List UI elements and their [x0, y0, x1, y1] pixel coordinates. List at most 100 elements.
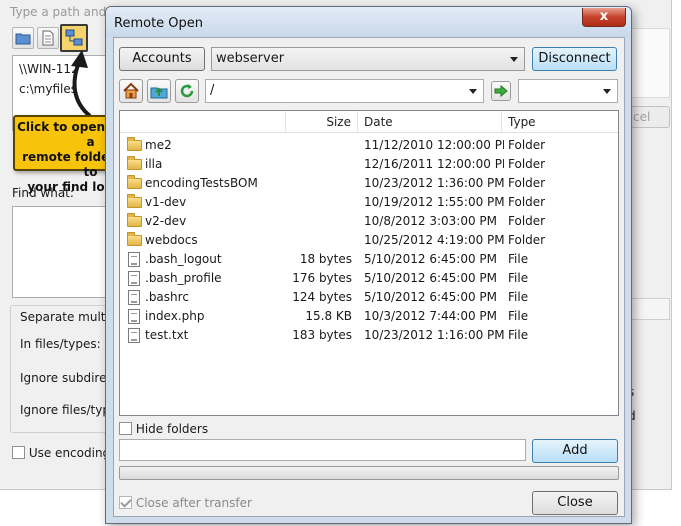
folder-icon	[127, 156, 142, 170]
file-row[interactable]: illa 12/16/2011 12:00:00 PM Folder	[120, 155, 618, 174]
file-name-cell: .bashrc	[145, 290, 189, 304]
refresh-button[interactable]	[175, 79, 199, 103]
file-row[interactable]: encodingTestsBOM 10/23/2012 1:36:00 PM Fol…	[120, 174, 618, 193]
file-date-cell: 11/12/2010 12:00:00 PM	[364, 138, 504, 152]
open-folder-button[interactable]	[12, 27, 34, 49]
folder-icon	[127, 175, 142, 189]
hide-folders-label: Hide folders	[135, 422, 209, 436]
file-row[interactable]: .bashrc 124 bytes 5/10/2012 6:45:00 PM File	[120, 288, 618, 307]
file-size-cell	[286, 231, 352, 250]
close-after-transfer-checkbox[interactable]	[119, 496, 132, 509]
folder-icon	[127, 194, 142, 208]
disconnect-button[interactable]: Disconnect	[532, 47, 617, 71]
file-type-cell: File	[508, 252, 529, 266]
file-type-cell: Folder	[508, 138, 546, 152]
file-row[interactable]: v2-dev 10/8/2012 3:03:00 PM Folder	[120, 212, 618, 231]
find-what-input[interactable]	[12, 206, 108, 298]
add-path-input[interactable]	[119, 439, 526, 461]
hide-folders-option[interactable]: Hide folders	[119, 422, 208, 436]
file-date-cell: 10/8/2012 3:03:00 PM	[364, 214, 498, 228]
file-size-cell: 18 bytes	[299, 252, 352, 266]
file-list-header: Size Date Type	[120, 111, 618, 133]
file-date-cell: 12/16/2011 12:00:00 PM	[364, 157, 504, 171]
file-row[interactable]: webdocs 10/25/2012 4:19:00 PM Folder	[120, 231, 618, 250]
column-header-name[interactable]	[120, 111, 286, 133]
open-file-button[interactable]	[37, 27, 59, 49]
chevron-down-icon	[510, 57, 518, 62]
file-type-cell: Folder	[508, 214, 546, 228]
file-name-cell: illa	[145, 157, 163, 171]
filter-select[interactable]	[518, 79, 618, 103]
remote-file-list[interactable]: Size Date Type me2 11/12/2010 12:00:00 PM…	[119, 110, 619, 416]
file-name-cell: .bash_logout	[145, 252, 222, 266]
ignore-files-label: Ignore files/type	[20, 403, 118, 417]
chevron-down-icon	[603, 89, 611, 94]
file-row[interactable]: v1-dev 10/19/2012 1:55:00 PM Folder	[120, 193, 618, 212]
file-row[interactable]: test.txt 183 bytes 10/23/2012 1:16:00 PM Fi…	[120, 326, 618, 345]
use-encoding-label: Use encoding	[28, 446, 111, 460]
ignore-subdirs-label: Ignore subdirect	[20, 371, 118, 385]
file-date-cell: 5/10/2012 6:45:00 PM	[364, 271, 498, 285]
dialog-titlebar[interactable]: Remote Open x	[106, 7, 631, 37]
close-button[interactable]: Close	[532, 491, 618, 515]
path-hint-text: Type a path and p	[10, 5, 118, 19]
column-header-type[interactable]: Type	[502, 111, 618, 133]
file-type-cell: Folder	[508, 157, 546, 171]
file-type-cell: Folder	[508, 195, 546, 209]
close-after-transfer-option[interactable]: Close after transfer	[119, 496, 252, 510]
file-size-cell	[286, 136, 352, 155]
file-row[interactable]: index.php 15.8 KB 10/3/2012 7:44:00 PM File	[120, 307, 618, 326]
hide-folders-checkbox[interactable]	[119, 422, 132, 435]
file-row[interactable]: .bash_logout 18 bytes 5/10/2012 6:45:00 PM…	[120, 250, 618, 269]
go-button[interactable]	[491, 81, 511, 101]
options-panel	[628, 28, 670, 98]
file-date-cell: 5/10/2012 6:45:00 PM	[364, 290, 498, 304]
add-button[interactable]: Add	[532, 439, 618, 463]
file-type-cell: File	[508, 271, 529, 285]
accounts-button[interactable]: Accounts	[119, 47, 205, 71]
file-type-cell: File	[508, 309, 529, 323]
folder-icon	[15, 33, 31, 45]
parent-folder-button[interactable]	[147, 79, 171, 103]
server-select[interactable]: webserver	[211, 47, 525, 71]
close-icon: x	[599, 9, 609, 24]
options-select[interactable]	[628, 298, 670, 320]
use-encoding-option[interactable]: Use encoding	[12, 446, 110, 460]
file-size-cell	[286, 155, 352, 174]
file-name-cell: me2	[145, 138, 172, 152]
file-name-cell: encodingTestsBOM	[145, 176, 258, 190]
file-name-cell: .bash_profile	[145, 271, 222, 285]
file-name-cell: webdocs	[145, 233, 198, 247]
cancel-button[interactable]: cel	[626, 106, 670, 128]
folder-icon	[127, 137, 142, 151]
file-name-cell: v1-dev	[145, 195, 187, 209]
path-select[interactable]: /	[205, 79, 484, 103]
chevron-down-icon	[469, 89, 477, 94]
file-size-cell	[286, 212, 352, 231]
dialog-content: Accounts webserver Disconnect / Size Dat…	[113, 37, 625, 517]
home-icon	[123, 82, 139, 99]
column-header-size[interactable]: Size	[286, 111, 358, 133]
folder-up-icon	[150, 87, 168, 99]
column-header-date[interactable]: Date	[358, 111, 502, 133]
file-row[interactable]: me2 11/12/2010 12:00:00 PM Folder	[120, 136, 618, 155]
file-name-cell: index.php	[145, 309, 205, 323]
callout-arrow-icon	[71, 50, 92, 118]
file-size-cell	[286, 193, 352, 212]
home-button[interactable]	[119, 79, 143, 103]
folder-icon	[127, 232, 142, 246]
window-close-button[interactable]: x	[582, 8, 626, 27]
file-date-cell: 10/19/2012 1:55:00 PM	[364, 195, 504, 209]
file-row[interactable]: .bash_profile 176 bytes 5/10/2012 6:45:00 …	[120, 269, 618, 288]
file-size-cell: 124 bytes	[292, 290, 352, 304]
file-name-cell: v2-dev	[145, 214, 187, 228]
server-select-value: webserver	[216, 51, 285, 66]
file-icon	[128, 290, 140, 305]
use-encoding-checkbox[interactable]	[12, 446, 25, 459]
file-date-cell: 10/3/2012 7:44:00 PM	[364, 309, 498, 323]
file-date-cell: 10/25/2012 4:19:00 PM	[364, 233, 504, 247]
refresh-icon	[180, 84, 194, 98]
remote-server-icon	[65, 29, 83, 46]
file-size-cell	[286, 174, 352, 193]
in-files-label: In files/types:	[20, 337, 101, 351]
